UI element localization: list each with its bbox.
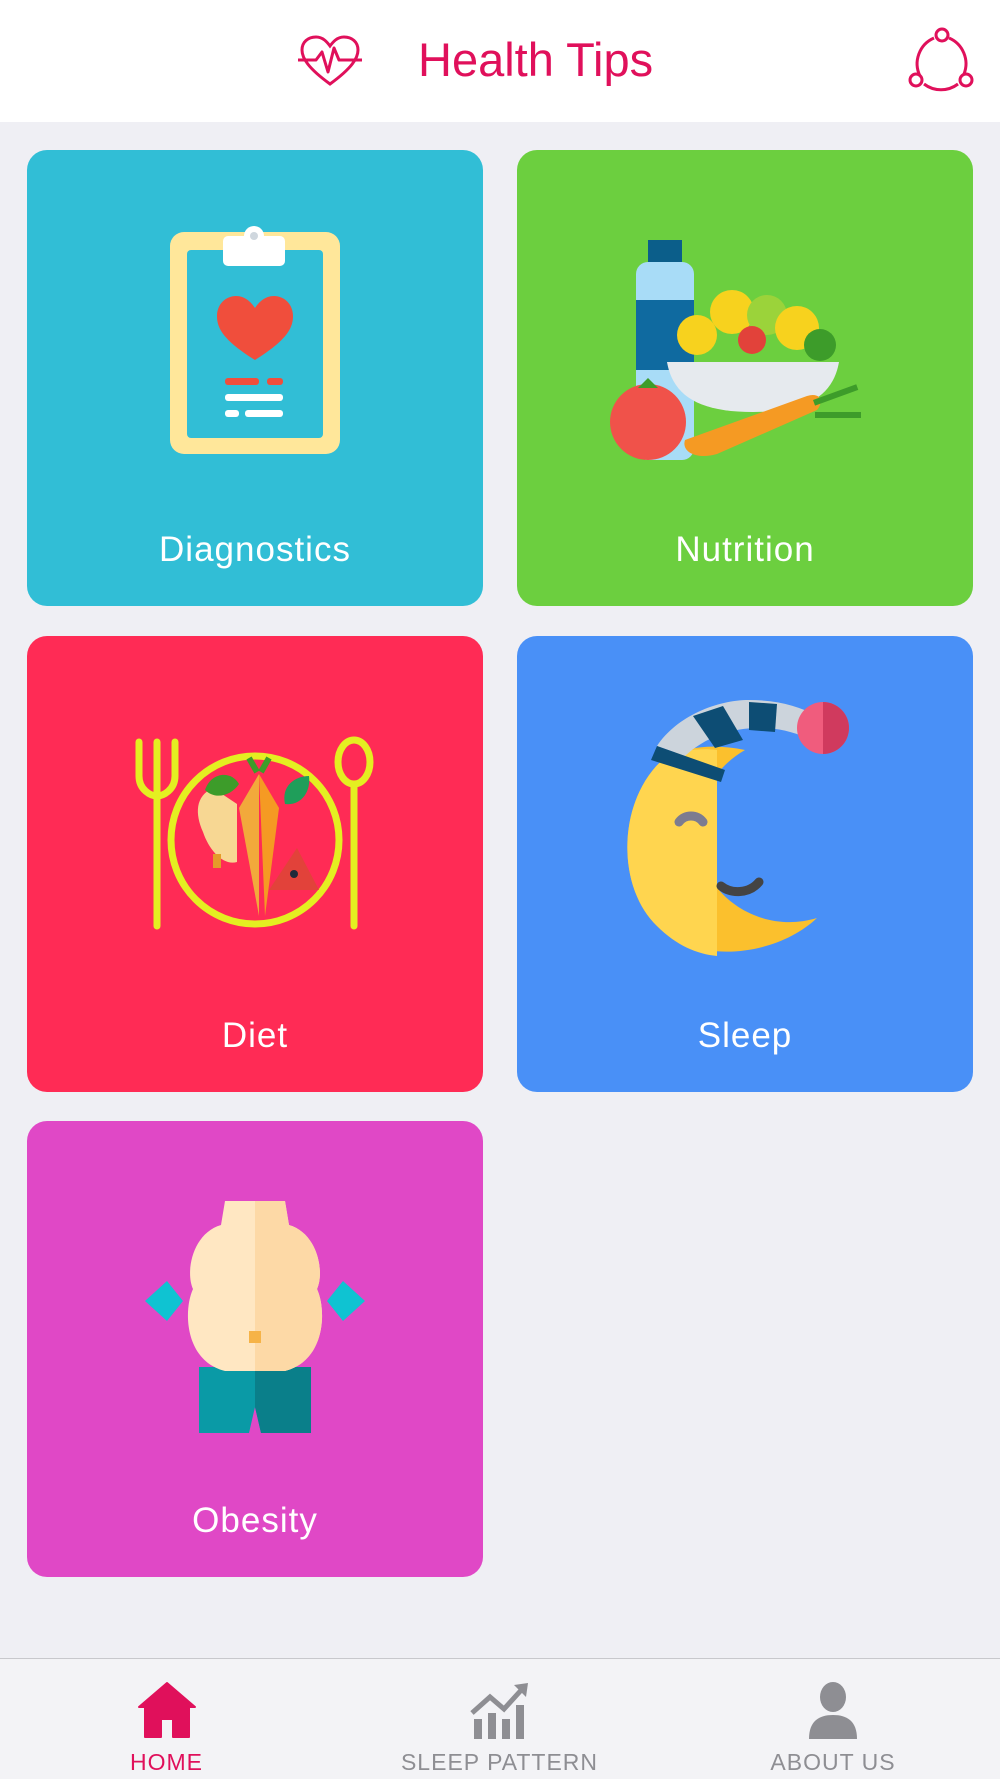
top-bar: Health Tips (0, 0, 1000, 122)
tile-label: Diagnostics (159, 530, 351, 569)
tile-label: Obesity (192, 1501, 318, 1540)
tile-sleep[interactable]: Sleep (517, 636, 973, 1092)
tab-home[interactable]: HOME (0, 1659, 333, 1779)
tab-sleep-pattern[interactable]: SLEEP PATTERN (333, 1659, 666, 1779)
tile-label: Sleep (697, 1016, 793, 1055)
tile-nutrition[interactable]: Nutrition (517, 150, 973, 606)
bottom-tab-bar: HOME SLEEP PATTERN ABOUT US (0, 1658, 1000, 1779)
tile-label: Diet (221, 1016, 289, 1055)
tab-about-us[interactable]: ABOUT US (666, 1659, 1000, 1779)
home-icon (137, 1682, 196, 1738)
tile-diet[interactable]: Diet (27, 636, 483, 1092)
page-title: Health Tips (418, 33, 654, 86)
chart-trend-icon (469, 1683, 528, 1739)
tab-label: ABOUT US (770, 1749, 896, 1775)
tile-obesity[interactable]: Obesity (27, 1121, 483, 1577)
tile-diagnostics[interactable]: Diagnostics (27, 150, 483, 606)
tile-label: Nutrition (675, 530, 815, 569)
share-icon[interactable] (906, 26, 976, 92)
tab-label: HOME (130, 1749, 203, 1775)
person-icon (809, 1682, 857, 1739)
heartbeat-icon (298, 35, 362, 86)
tab-label: SLEEP PATTERN (400, 1749, 599, 1775)
